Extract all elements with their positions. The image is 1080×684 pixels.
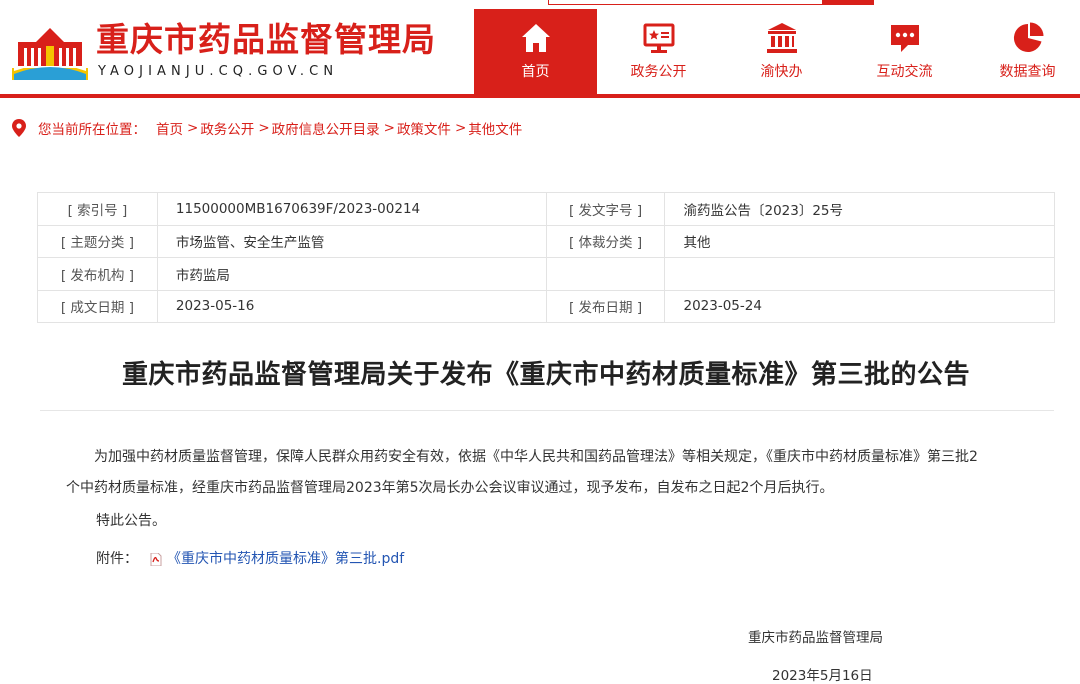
nav-label: 政务公开 [630,64,687,80]
monitor-star-icon [643,23,674,53]
attachment-row: 附件： 《重庆市中药材质量标准》第三批.pdf [96,544,404,575]
site-domain: YAOJIANJU.CQ.GOV.CN [98,64,339,79]
meta-value-doc-number: 渝药监公告〔2023〕25号 [664,192,1055,226]
header-divider [0,94,1080,98]
closing-text: 特此公告。 [96,513,166,529]
home-icon [521,24,550,52]
meta-key-publisher: [ 发布机构 ] [37,257,158,291]
breadcrumb-other-docs[interactable]: 其他文件 [468,118,522,138]
meta-key-doc-number: [ 发文字号 ] [545,192,666,226]
document-meta-table: [ 索引号 ] 11500000MB1670639F/2023-00214 [ … [37,192,1055,323]
document-title: 重庆市药品监督管理局关于发布《重庆市中药材质量标准》第三批的公告 [121,360,970,390]
meta-value-index: 11500000MB1670639F/2023-00214 [156,192,547,226]
breadcrumb-government-affairs[interactable]: 政务公开 [200,118,254,138]
meta-key-topic: [ 主题分类 ] [37,224,158,258]
breadcrumb-separator: > [258,120,270,136]
site-title[interactable]: 重庆市药品监督管理局 [96,20,436,60]
nav-label: 互动交流 [876,64,933,80]
article-paragraph: 为加强中药材质量监督管理，保障人民群众用药安全有效，依据《中华人民共和国药品管理… [66,442,1058,504]
signature-org: 重庆市药品监督管理局 [748,630,883,646]
search-button[interactable] [822,0,874,5]
table-row: [ 索引号 ] 11500000MB1670639F/2023-00214 [ … [37,192,1055,226]
breadcrumb: 您当前所在位置： 首页 > 政务公开 > 政府信息公开目录 > 政策文件 > 其… [12,118,522,138]
article-body: 为加强中药材质量监督管理，保障人民群众用药安全有效，依据《中华人民共和国药品管理… [66,442,1058,504]
table-row: [ 主题分类 ] 市场监管、安全生产监管 [ 体裁分类 ] 其他 [37,224,1055,258]
signature-date: 2023年5月16日 [772,668,873,684]
meta-value-genre: 其他 [664,224,1055,258]
nav-item-government-affairs[interactable]: 政务公开 [597,9,720,94]
attachment-label: 附件： [96,551,138,567]
title-divider [40,410,1054,411]
breadcrumb-prefix: 您当前所在位置： [38,122,146,138]
breadcrumb-separator: > [383,120,395,136]
meta-value-empty [664,257,1055,291]
pie-chart-icon [1013,22,1043,52]
nav-label: 数据查询 [999,64,1056,80]
location-pin-icon [12,119,26,137]
meta-key-index: [ 索引号 ] [37,192,158,226]
site-logo-icon[interactable] [12,24,88,80]
meta-key-written-date: [ 成文日期 ] [37,289,158,323]
chat-bubble-icon [890,25,919,52]
pdf-file-icon [150,553,162,566]
meta-value-written-date: 2023-05-16 [156,289,547,323]
main-nav: 首页 政务公开 渝快办 互动交流 数据查询 [474,9,1080,94]
paragraph-line: 为加强中药材质量监督管理，保障人民群众用药安全有效，依据《中华人民共和国药品管理… [94,449,978,465]
attachment-link[interactable]: 《重庆市中药材质量标准》第三批.pdf [167,544,404,575]
meta-value-topic: 市场监管、安全生产监管 [156,224,547,258]
nav-item-interaction[interactable]: 互动交流 [843,9,966,94]
meta-key-publish-date: [ 发布日期 ] [545,289,666,323]
table-row: [ 成文日期 ] 2023-05-16 [ 发布日期 ] 2023-05-24 [37,289,1055,323]
site-header: 重庆市药品监督管理局 YAOJIANJU.CQ.GOV.CN 首页 政务公开 渝… [0,0,1080,94]
meta-value-publisher: 市药监局 [156,257,547,291]
building-icon [766,23,797,53]
breadcrumb-separator: > [187,120,199,136]
nav-item-home[interactable]: 首页 [474,9,597,94]
breadcrumb-separator: > [454,120,467,136]
nav-label: 首页 [521,64,550,80]
meta-key-genre: [ 体裁分类 ] [545,224,666,258]
meta-value-publish-date: 2023-05-24 [664,289,1055,323]
breadcrumb-info-catalog[interactable]: 政府信息公开目录 [272,118,380,138]
breadcrumb-policy-docs[interactable]: 政策文件 [397,118,451,138]
nav-item-data-query[interactable]: 数据查询 [966,9,1080,94]
paragraph-line: 个中药材质量标准，经重庆市药品监督管理局2023年第5次局长办公会议审议通过，现… [66,480,834,496]
nav-label: 渝快办 [760,64,803,80]
meta-key-empty [545,257,666,291]
breadcrumb-home[interactable]: 首页 [156,118,183,138]
nav-item-yukuaiban[interactable]: 渝快办 [720,9,843,94]
table-row: [ 发布机构 ] 市药监局 [37,257,1055,291]
